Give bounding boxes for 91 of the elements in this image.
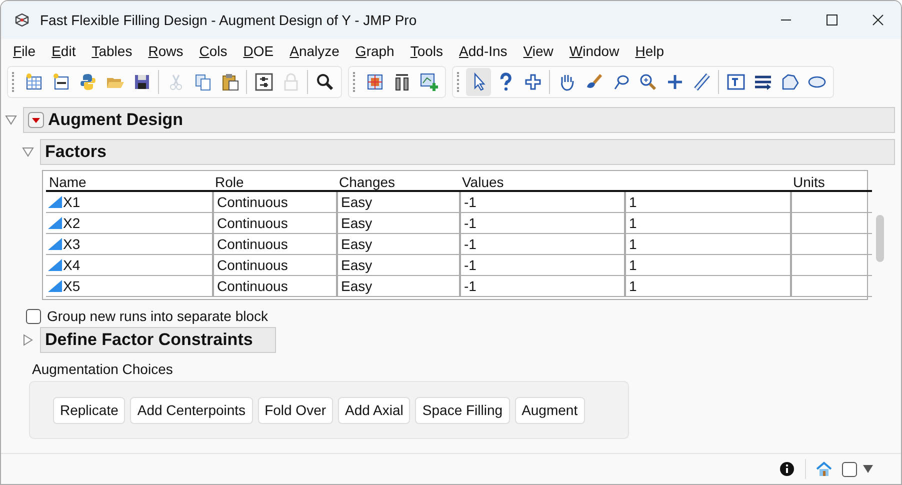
python-icon (78, 72, 98, 92)
column-header: Name (46, 171, 212, 192)
table-cell[interactable]: Easy (336, 192, 459, 213)
group-title: Augmentation Choices (32, 361, 174, 377)
table-cell[interactable]: Easy (336, 276, 459, 297)
column-header: Units (790, 171, 872, 192)
table-cell[interactable]: X3 (63, 234, 80, 254)
checkbox-label[interactable]: Group new runs into separate block (47, 308, 268, 324)
action-button[interactable]: Fold Over (258, 396, 334, 424)
menu-item[interactable]: Tables (84, 43, 140, 59)
table-cell[interactable]: 1 (624, 213, 790, 234)
action-button[interactable]: Space Filling (415, 396, 510, 424)
table-cell[interactable]: Continuous (212, 276, 336, 297)
menu-item[interactable]: DOE (235, 43, 282, 59)
menu-dropdown-icon[interactable] (28, 112, 44, 128)
section-title: Augment Design (48, 110, 184, 130)
action-button[interactable]: Augment (514, 396, 585, 424)
add-chart-icon (418, 72, 438, 92)
continuous-icon (48, 238, 62, 250)
table-cell[interactable]: Easy (336, 234, 459, 255)
checkbox[interactable] (26, 308, 41, 324)
sliders-icon (254, 72, 274, 92)
continuous-icon (48, 217, 62, 229)
table-cell[interactable]: Easy (336, 213, 459, 234)
table-cell[interactable]: -1 (459, 213, 624, 234)
table-cell[interactable]: Continuous (212, 192, 336, 213)
disclosure-icon[interactable] (5, 114, 17, 126)
menu-item[interactable]: Cols (191, 43, 236, 59)
column-header: Values (459, 171, 790, 192)
action-button[interactable]: Add Centerpoints (130, 396, 253, 424)
table-cell[interactable]: X5 (63, 276, 80, 296)
checkbox[interactable] (842, 462, 857, 476)
zoom-in-icon (638, 72, 658, 92)
menu-item[interactable]: Rows (140, 43, 192, 59)
action-button[interactable]: Replicate (53, 396, 126, 424)
table-cell[interactable]: X4 (63, 255, 80, 275)
table-cell[interactable]: 1 (624, 276, 790, 297)
disclosure-icon[interactable] (22, 334, 34, 346)
menu-item[interactable]: Edit (44, 43, 84, 59)
dropdown-arrow-icon[interactable] (863, 465, 873, 473)
info-icon[interactable] (779, 461, 795, 477)
cross-icon (522, 72, 542, 92)
toolbar-button[interactable] (466, 68, 491, 96)
table-cell[interactable]: Continuous (212, 213, 336, 234)
paste-icon (220, 72, 240, 92)
table-cell[interactable] (790, 234, 872, 255)
copy-icon (192, 72, 212, 92)
action-button[interactable]: Add Axial (338, 396, 410, 424)
grid-icon (364, 72, 384, 92)
continuous-icon (48, 259, 62, 271)
table-cell[interactable]: -1 (459, 255, 624, 276)
section-title: Define Factor Constraints (40, 327, 276, 353)
table-cell[interactable]: -1 (459, 276, 624, 297)
search-icon (314, 72, 334, 92)
app-icon (14, 12, 30, 28)
new-document-icon (50, 72, 70, 92)
menu-item[interactable]: Window (561, 43, 628, 59)
text-box-icon (726, 72, 746, 92)
table-cell[interactable]: Continuous (212, 255, 336, 276)
ruler-icon (692, 72, 712, 92)
column-header: Changes (336, 171, 459, 192)
table-cell[interactable]: Easy (336, 255, 459, 276)
polygon-icon (780, 72, 800, 92)
menu-item[interactable]: File (5, 43, 44, 59)
table-cell[interactable] (790, 255, 872, 276)
home-icon[interactable] (816, 461, 832, 477)
table-cell[interactable]: 1 (624, 255, 790, 276)
disclosure-icon[interactable] (22, 146, 34, 158)
table-cell[interactable] (790, 276, 872, 297)
menu-item[interactable]: Graph (347, 43, 402, 59)
menu-item[interactable]: Tools (402, 43, 452, 59)
column-header: Role (212, 171, 336, 192)
table-cell[interactable]: -1 (459, 234, 624, 255)
continuous-icon (48, 280, 62, 292)
section-title: Factors (40, 139, 895, 165)
window-title: Fast Flexible Filling Design - Augment Design of Y - JMP Pro (40, 12, 418, 28)
new-table-icon (24, 72, 44, 92)
table-cell[interactable] (790, 192, 872, 213)
table-cell[interactable]: Continuous (212, 234, 336, 255)
scrollbar-thumb[interactable] (876, 215, 884, 262)
table-cell[interactable]: 1 (624, 234, 790, 255)
menu-item[interactable]: View (515, 43, 562, 59)
table-cell[interactable]: X1 (63, 192, 80, 212)
table-cell[interactable]: 1 (624, 192, 790, 213)
table-cell[interactable] (790, 213, 872, 234)
menu-item[interactable]: Add-Ins (451, 43, 516, 59)
table-cell[interactable]: -1 (459, 192, 624, 213)
menu-item[interactable]: Analyze (282, 43, 348, 59)
table-cell[interactable]: X2 (63, 213, 80, 233)
continuous-icon (48, 196, 62, 208)
menu-item[interactable]: Help (627, 43, 672, 59)
